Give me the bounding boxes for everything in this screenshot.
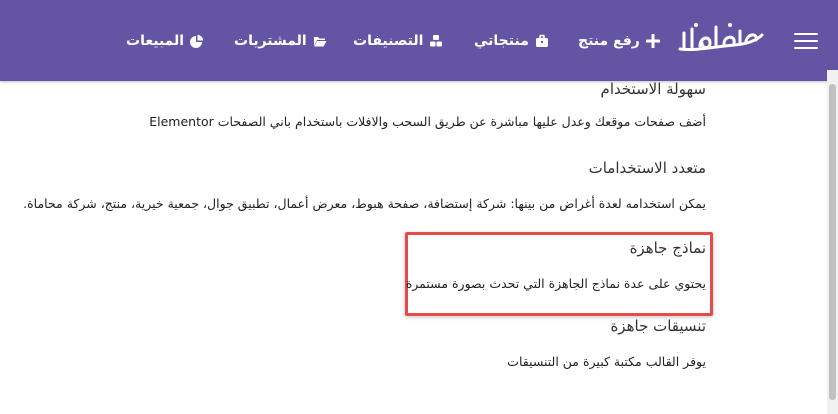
nav-purchases[interactable]: المشتريات (234, 30, 327, 52)
cubes-icon (429, 34, 443, 48)
nav-upload-product[interactable]: رفع منتج (578, 30, 660, 52)
section-title-ease-of-use: سهولة الاستخدام (600, 80, 706, 98)
section-title-ready-styles: تنسيقات جاهزة (610, 317, 706, 335)
nav-upload-product-label: رفع منتج (578, 33, 640, 49)
nav-categories[interactable]: التصنيفات (353, 30, 443, 52)
hamburger-menu-icon[interactable] (794, 33, 818, 49)
page: رفع منتج منتجاتي التصنيفات المشتريات الم (0, 0, 838, 414)
section-text-ready-styles: يوفر القالب مكتبة كبيرة من التنسيقات (507, 354, 706, 369)
section-title-multipurpose: متعدد الاستخدامات (588, 159, 706, 177)
nav-purchases-label: المشتريات (234, 33, 307, 49)
pie-chart-icon (190, 34, 204, 48)
nav-my-products-label: منتجاتي (474, 33, 529, 49)
section-text-ready-templates: يحتوي على عدة نماذج الجاهزة التي تحدث بص… (405, 276, 706, 291)
features-content: سهولة الاستخدام أضف صفحات موقعك وعدل علي… (0, 80, 826, 414)
plus-icon (645, 34, 660, 48)
top-navbar: رفع منتج منتجاتي التصنيفات المشتريات الم (0, 0, 838, 81)
section-title-ready-templates: نماذج جاهزة (629, 239, 706, 257)
briefcase-icon (535, 34, 549, 48)
nav-categories-label: التصنيفات (353, 33, 424, 49)
section-text-ease-of-use: أضف صفحات موقعك وعدل عليها مباشرة عن طري… (149, 114, 706, 129)
section-text-multipurpose: يمكن استخدامه لعدة أغراض من بينها: شركة … (23, 196, 706, 211)
site-logo[interactable] (674, 19, 766, 59)
nav-my-products[interactable]: منتجاتي (474, 30, 549, 52)
nav-sales[interactable]: المبيعات (126, 30, 204, 52)
page-scrollbar-thumb[interactable] (829, 84, 836, 400)
folder-open-icon (313, 34, 327, 48)
nav-sales-label: المبيعات (126, 33, 185, 49)
